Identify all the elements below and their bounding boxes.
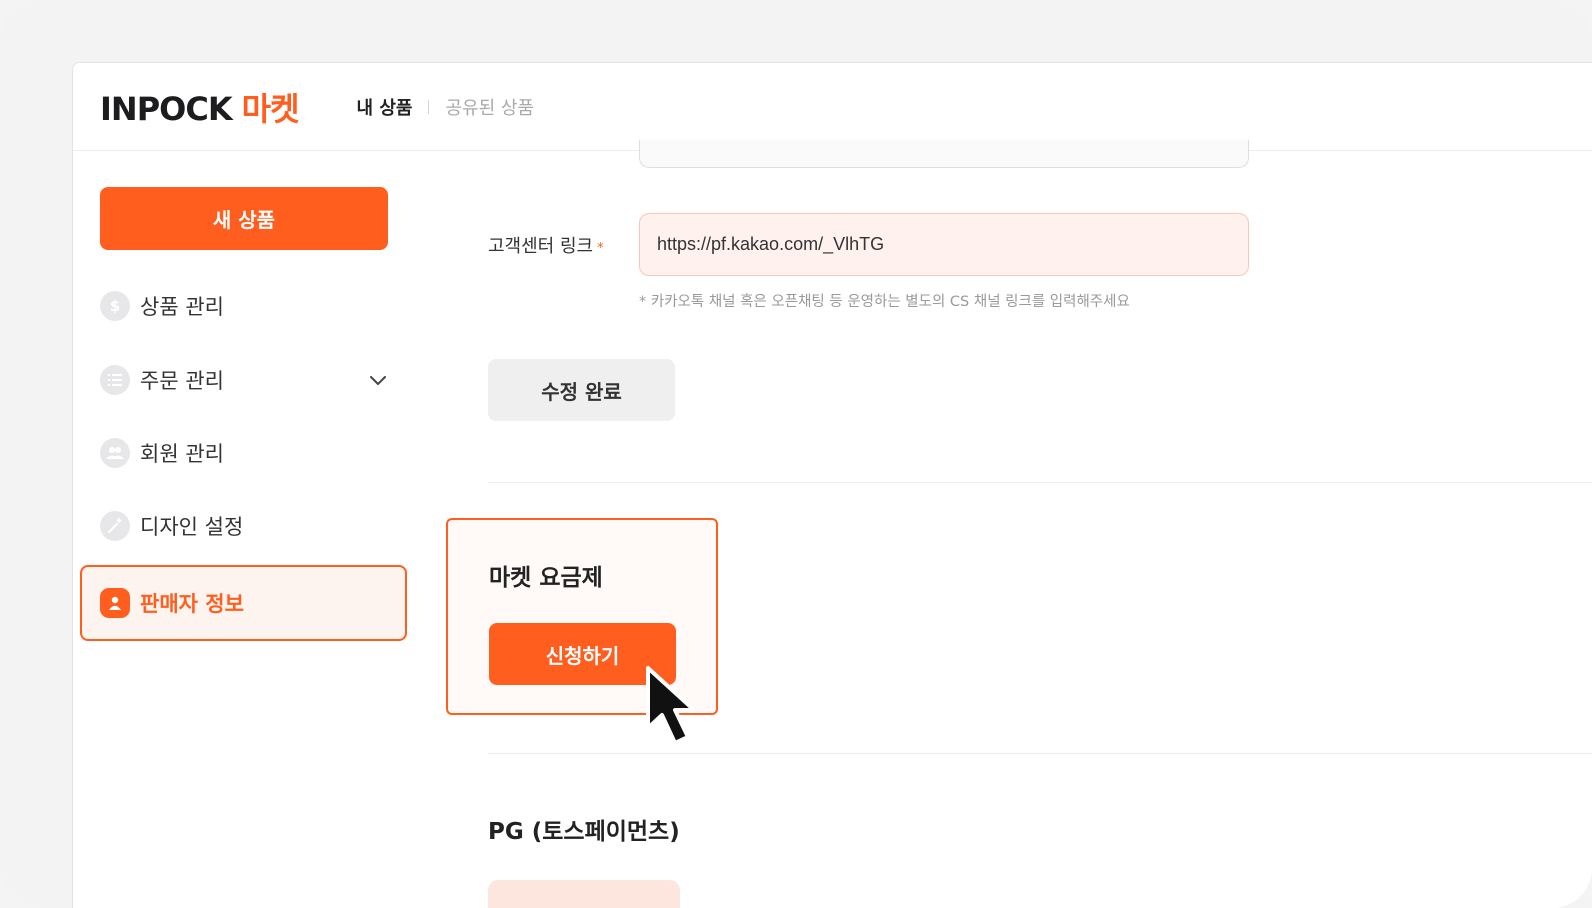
logo-text-en: INPOCK: [100, 89, 233, 128]
new-product-button[interactable]: 새 상품: [100, 187, 388, 250]
sidebar-item-seller-info[interactable]: 판매자 정보: [100, 581, 400, 625]
market-plan-title: 마켓 요금제: [489, 565, 603, 591]
pg-section-title: PG (토스페이먼츠): [488, 819, 680, 845]
sidebar-item-label: 상품 관리: [140, 295, 224, 319]
app-window: INPOCK 마켓 내 상품 공유된 상품 새 상품 $ 상품 관리 주문 관리: [72, 62, 1592, 908]
chevron-down-icon[interactable]: [368, 370, 388, 395]
save-changes-button[interactable]: 수정 완료: [488, 359, 675, 421]
previous-input-field[interactable]: [639, 140, 1249, 168]
sidebar-item-label: 회원 관리: [140, 442, 224, 466]
dollar-icon: $: [100, 291, 130, 321]
sidebar-item-label: 디자인 설정: [140, 515, 244, 539]
sidebar-item-label: 판매자 정보: [140, 592, 244, 616]
nav-divider: [428, 99, 430, 114]
main-content: 고객센터 링크 * https://pf.kakao.com/_VlhTG * 카…: [417, 140, 1592, 908]
tab-shared-products[interactable]: 공유된 상품: [445, 94, 534, 120]
pg-button[interactable]: [488, 880, 680, 908]
sidebar-item-orders[interactable]: 주문 관리: [100, 358, 400, 402]
magic-wand-icon: [100, 511, 130, 541]
top-nav: 내 상품 공유된 상품: [357, 94, 534, 120]
logo[interactable]: INPOCK 마켓: [100, 84, 300, 130]
list-icon: [100, 365, 130, 395]
users-icon: [100, 438, 130, 468]
cs-link-label: 고객센터 링크 *: [488, 232, 604, 258]
cs-link-hint: * 카카오톡 채널 혹은 오픈채팅 등 운영하는 별도의 CS 채널 링크를 입…: [639, 294, 1130, 310]
sidebar: 새 상품 $ 상품 관리 주문 관리 회원 관리 디자인 설정 판매자 정보: [73, 152, 417, 908]
sidebar-item-seller-info-active[interactable]: 판매자 정보: [80, 565, 407, 641]
top-bar: INPOCK 마켓 내 상품 공유된 상품: [73, 63, 1592, 151]
tab-my-products[interactable]: 내 상품: [357, 94, 413, 120]
person-icon: [100, 588, 130, 618]
section-divider: [488, 482, 1592, 483]
cs-link-input[interactable]: https://pf.kakao.com/_VlhTG: [639, 213, 1249, 276]
mouse-cursor-icon: [644, 664, 716, 750]
sidebar-item-members[interactable]: 회원 관리: [100, 431, 400, 475]
cs-link-label-text: 고객센터 링크: [488, 236, 594, 257]
required-mark: *: [597, 241, 604, 256]
screen-frame: INPOCK 마켓 내 상품 공유된 상품 새 상품 $ 상품 관리 주문 관리: [0, 0, 1592, 908]
sidebar-item-products[interactable]: $ 상품 관리: [100, 284, 400, 328]
sidebar-item-label: 주문 관리: [140, 369, 224, 393]
section-divider: [488, 753, 1592, 754]
sidebar-item-design[interactable]: 디자인 설정: [100, 504, 400, 548]
logo-text-ko: 마켓: [241, 89, 300, 128]
